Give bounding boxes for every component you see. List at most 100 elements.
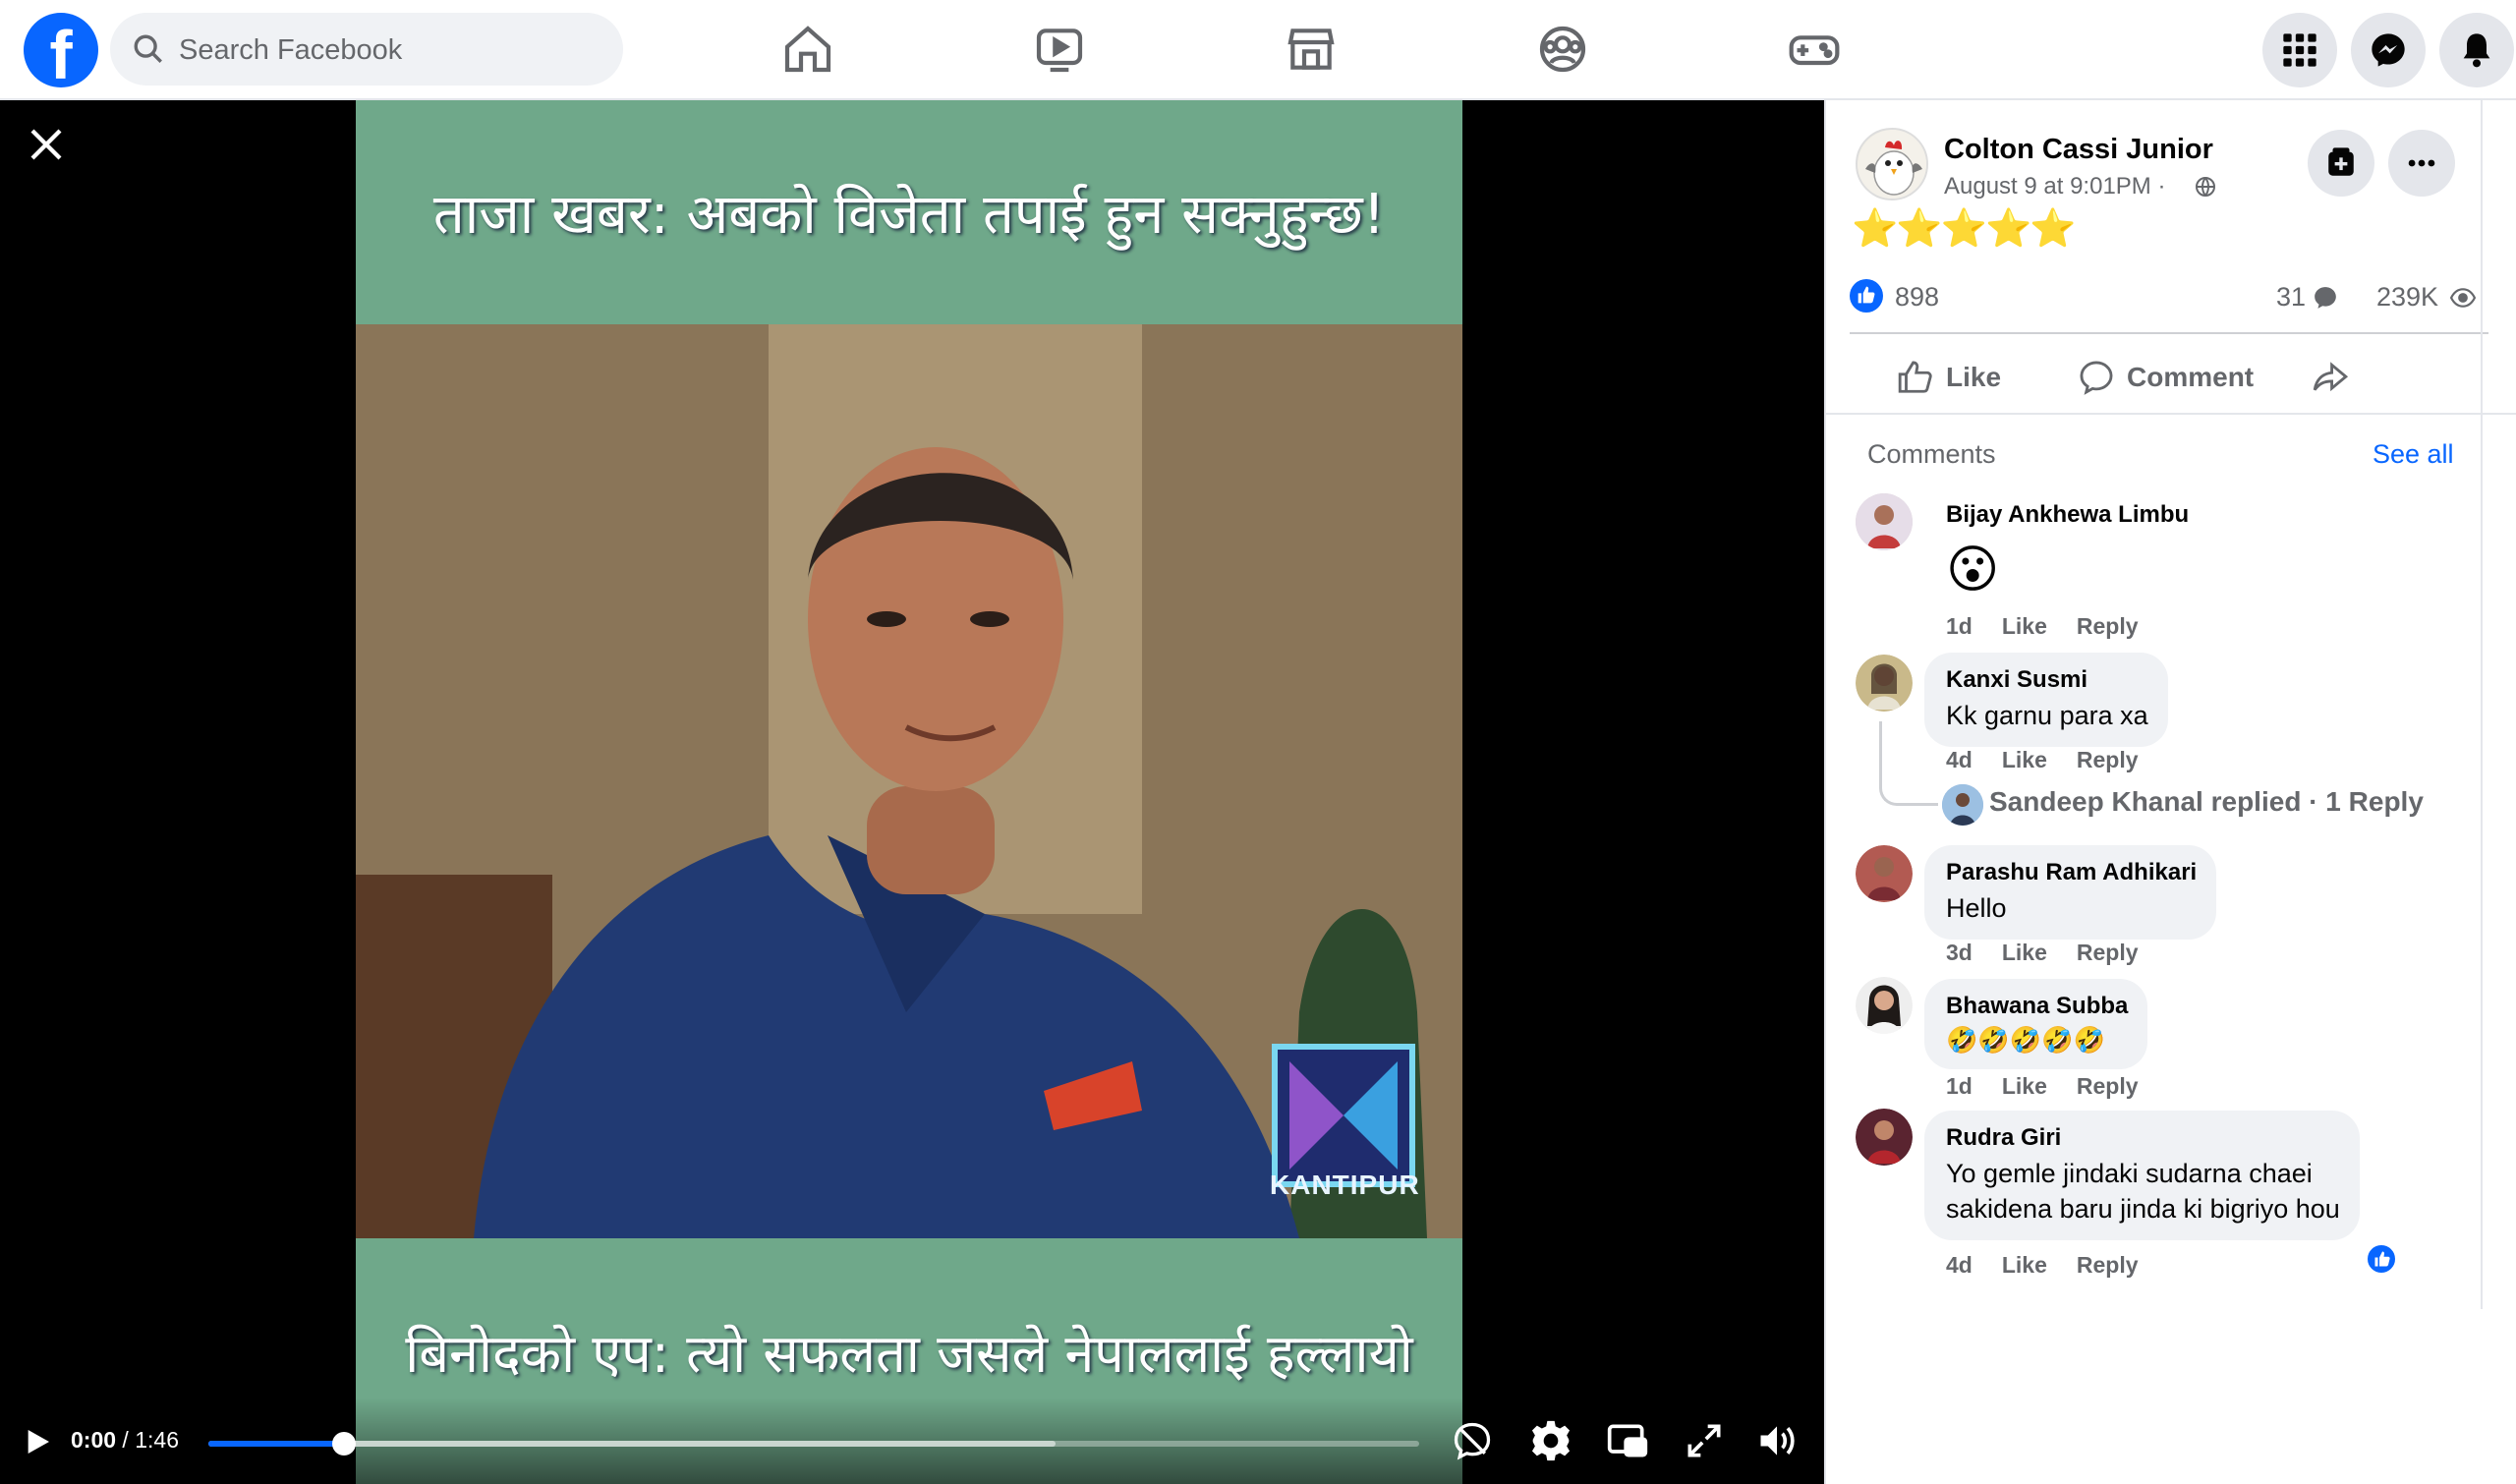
comment-outline-icon <box>2080 361 2113 395</box>
comment-reply-link[interactable]: Reply <box>2077 1073 2139 1099</box>
time-separator: / <box>116 1427 136 1453</box>
comment-reply-link[interactable]: Reply <box>2077 940 2139 965</box>
author-name[interactable]: Colton Cassi Junior <box>1944 134 2213 166</box>
avatar[interactable] <box>1942 784 1983 826</box>
globe-icon <box>2196 177 2215 197</box>
see-all-comments-link[interactable]: See all <box>2373 439 2454 470</box>
comment-like-link[interactable]: Like <box>2002 1073 2047 1099</box>
post-details-pane: Colton Cassi Junior August 9 at 9:01PM ·… <box>1824 100 2516 1484</box>
comment-text-line-2: sakidena baru jinda ki bigriyo hou <box>1946 1194 2340 1224</box>
avatar[interactable] <box>1856 977 1913 1034</box>
comment-reply-link[interactable]: Reply <box>2077 613 2139 639</box>
comment-reply-link[interactable]: Reply <box>2077 747 2139 772</box>
video-player[interactable]: ताजा खबर: अबको विजेता तपाई हुन सक्नुहुन्… <box>0 100 1824 1484</box>
comment-bubble: Parashu Ram Adhikari Hello <box>1924 845 2217 940</box>
groups-icon[interactable] <box>1535 22 1590 77</box>
video-caption-top: ताजा खबर: अबको विजेता तपाई हुन सक्नुहुन्… <box>432 183 1386 247</box>
comment-text: Kk garnu para xa <box>1946 701 2148 730</box>
comment-age[interactable]: 4d <box>1946 1252 1973 1278</box>
progress-played <box>208 1441 344 1447</box>
comment-text: Hello <box>1946 893 2007 923</box>
comment-bubble: Kanxi Susmi Kk garnu para xa <box>1924 653 2168 747</box>
share-button[interactable] <box>2312 346 2361 409</box>
gaming-icon[interactable] <box>1787 22 1842 77</box>
video-frame[interactable]: ताजा खबर: अबको विजेता तपाई हुन सक्नुहुन्… <box>356 100 1462 1484</box>
post-date[interactable]: August 9 at 9:01PM · <box>1944 173 2165 200</box>
progress-bar[interactable] <box>208 1432 1419 1455</box>
thumbs-up-icon <box>2374 1251 2390 1267</box>
duration: 1:46 <box>135 1427 179 1453</box>
comment-author[interactable]: Kanxi Susmi <box>1946 666 2148 694</box>
author-avatar[interactable] <box>1856 128 1928 200</box>
comment-like-link[interactable]: Like <box>2002 940 2047 965</box>
comment-age[interactable]: 3d <box>1946 940 1973 965</box>
view-replies-link[interactable]: Sandeep Khanal replied · 1 Reply <box>1989 786 2424 818</box>
comment-text: 😮 <box>1946 541 2000 599</box>
comment-bubble: Rudra Giri Yo gemle jindaki sudarna chae… <box>1924 1111 2360 1240</box>
thumbs-up-icon <box>1858 286 1875 304</box>
view-count: 239K <box>2376 282 2439 312</box>
avatar[interactable] <box>1856 845 1913 902</box>
comment-meta: 3d Like Reply <box>1946 940 2168 966</box>
avatar[interactable] <box>1856 493 1913 550</box>
post-stats: 898 31 239K <box>1850 277 2479 316</box>
comment-count[interactable]: 31 <box>2276 282 2306 313</box>
like-label: Like <box>1946 362 2002 392</box>
current-time: 0:00 <box>71 1427 117 1453</box>
comment-age[interactable]: 1d <box>1946 613 1973 639</box>
comment-age[interactable]: 4d <box>1946 747 1973 772</box>
post-actions: Like Comment <box>1850 346 2488 409</box>
notifications-button[interactable] <box>2439 13 2514 87</box>
search-input[interactable]: Search Facebook <box>179 34 402 67</box>
user-avatar-icon <box>1942 784 1983 826</box>
marketplace-icon[interactable] <box>1284 22 1339 77</box>
comments-heading: Comments <box>1867 439 1996 469</box>
settings-gear-icon[interactable] <box>1529 1419 1572 1462</box>
progress-handle[interactable] <box>331 1432 356 1455</box>
more-dots-icon <box>2408 159 2435 167</box>
comment-author[interactable]: Parashu Ram Adhikari <box>1946 859 2197 886</box>
thumbs-up-outline-icon <box>1898 361 1932 393</box>
play-icon[interactable] <box>22 1425 53 1458</box>
avatar[interactable] <box>1856 655 1913 712</box>
comment-button[interactable]: Comment <box>2078 346 2254 409</box>
comment: Bijay Ankhewa Limbu 😮 <box>1924 501 2189 599</box>
avatar[interactable] <box>1856 1109 1913 1166</box>
comment-like-link[interactable]: Like <box>2002 747 2047 772</box>
comment-author[interactable]: Bijay Ankhewa Limbu <box>1946 501 2189 529</box>
video-controls: 0:00 / 1:46 <box>0 1398 1824 1484</box>
top-navigation-bar: f Search Facebook <box>0 0 2516 100</box>
comment-age[interactable]: 1d <box>1946 1073 1973 1099</box>
rooster-avatar-icon <box>1858 130 1926 199</box>
more-options-button[interactable] <box>2388 130 2455 197</box>
eye-icon <box>2449 288 2477 308</box>
video-icon[interactable] <box>1032 22 1087 77</box>
menu-button[interactable] <box>2262 13 2337 87</box>
comment-author[interactable]: Rudra Giri <box>1946 1124 2340 1152</box>
comment-text: 🤣🤣🤣🤣🤣 <box>1946 1026 2105 1056</box>
comment-bubble: Bhawana Subba 🤣🤣🤣🤣🤣 <box>1924 979 2148 1069</box>
comment-reaction-badge[interactable] <box>2365 1242 2398 1276</box>
divider <box>1850 332 2488 334</box>
comment-author[interactable]: Bhawana Subba <box>1946 993 2128 1020</box>
home-icon[interactable] <box>780 22 835 77</box>
user-avatar-icon <box>1856 655 1913 712</box>
comment-like-link[interactable]: Like <box>2002 1252 2047 1278</box>
comment-reply-link[interactable]: Reply <box>2077 1252 2139 1278</box>
picture-in-picture-icon[interactable] <box>1606 1419 1649 1462</box>
comment-like-link[interactable]: Like <box>2002 613 2047 639</box>
fullscreen-icon[interactable] <box>1683 1419 1726 1462</box>
save-post-button[interactable] <box>2308 130 2374 197</box>
facebook-logo[interactable]: f <box>24 13 98 87</box>
search-box[interactable]: Search Facebook <box>110 13 623 86</box>
video-time: 0:00 / 1:46 <box>71 1427 179 1454</box>
close-icon[interactable] <box>26 124 67 165</box>
reply-thread-line <box>1879 721 1938 806</box>
like-reaction-badge <box>1850 279 1883 313</box>
volume-icon[interactable] <box>1755 1419 1799 1462</box>
scrollbar-track[interactable] <box>2481 100 2483 1309</box>
like-count[interactable]: 898 <box>1895 282 1939 313</box>
captions-icon[interactable] <box>1451 1419 1494 1462</box>
messenger-button[interactable] <box>2351 13 2426 87</box>
like-button[interactable]: Like <box>1897 346 2001 409</box>
